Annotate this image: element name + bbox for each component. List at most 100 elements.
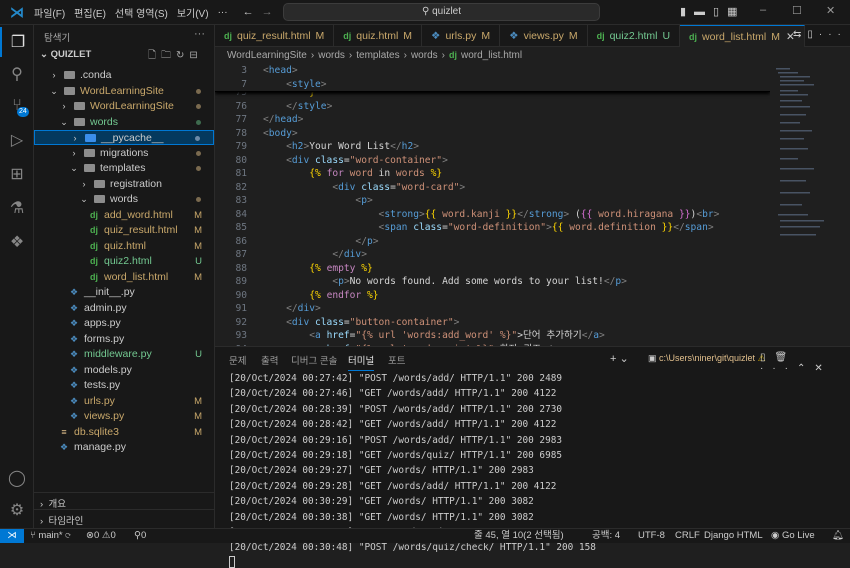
python-icon[interactable]: ❖ (0, 227, 34, 257)
code-token: body (268, 127, 292, 139)
workspace-root[interactable]: ⌄ QUIZLET (40, 49, 91, 60)
menu-view[interactable]: 보기(V) (177, 5, 209, 20)
tree-item[interactable]: ❖ __init__.py (34, 285, 214, 300)
tree-item[interactable]: › .conda (34, 68, 214, 83)
menu-file[interactable]: 파일(F) (34, 5, 65, 20)
panel-tab[interactable]: 출력 (261, 353, 278, 367)
explorer-icon[interactable]: ❐ (0, 27, 34, 57)
breadcrumb-item[interactable]: words (318, 50, 345, 61)
tree-item[interactable]: ⌄ templates (34, 161, 214, 176)
chevron-down-icon: ⌄ (50, 85, 58, 96)
extensions-icon[interactable]: ⊞ (0, 159, 34, 189)
remote-icon[interactable]: ⋊ (0, 529, 24, 543)
line-number: 92 (235, 316, 247, 328)
minimize-button[interactable]: – (760, 4, 766, 16)
language-mode[interactable]: Django HTML (704, 529, 763, 543)
tree-item[interactable]: dj add_word.html M (34, 208, 214, 223)
terminal-line: [20/Oct/2024 00:27:46] "GET /words/add/ … (229, 388, 557, 400)
tree-item[interactable]: ❖ urls.py M (34, 394, 214, 409)
account-icon[interactable]: ◯ (0, 463, 34, 493)
breadcrumb-item[interactable]: WordLearningSite (227, 50, 307, 61)
tab-quiz2-html[interactable]: dj quiz2.html U (588, 25, 681, 47)
code-token: > (291, 127, 298, 139)
tree-item[interactable]: ❖ apps.py (34, 316, 214, 331)
line-number: 90 (235, 289, 247, 301)
minimap[interactable] (772, 64, 838, 346)
tab-quiz-result-html[interactable]: dj quiz_result.html M (215, 25, 335, 47)
tree-item[interactable]: › registration (34, 177, 214, 192)
panel-tab[interactable]: 터미널 (348, 353, 375, 371)
tree-item[interactable]: dj quiz.html M (34, 239, 214, 254)
tree-item[interactable]: › __pycache__ (34, 130, 214, 145)
tab-urls-py[interactable]: ❖ urls.py M (422, 25, 501, 47)
close-button[interactable]: ✕ (826, 4, 835, 17)
django-file-icon: dj (343, 31, 352, 41)
layout-icons[interactable]: ▮▬▯▦ (680, 5, 746, 18)
run-debug-icon[interactable]: ▷ (0, 125, 34, 155)
menu-edit[interactable]: 편집(E) (74, 5, 106, 20)
maximize-button[interactable]: ☐ (792, 4, 802, 17)
code-editor[interactable]: 3 <head> 7 <style> 75 } 76 </style> 77 </head… (215, 64, 770, 346)
tree-item[interactable]: › WordLearningSite (34, 99, 214, 114)
tab-word-list-html[interactable]: dj word_list.html M ✕ (680, 25, 805, 47)
go-live-button[interactable]: ◉ Go Live (771, 529, 815, 543)
source-control-icon[interactable]: ⑂ 24 (0, 91, 34, 121)
tree-item[interactable]: ❖ middleware.py U (34, 347, 214, 362)
terminal-cursor[interactable] (229, 555, 235, 568)
breadcrumb-item[interactable]: word_list.html (461, 50, 522, 61)
branch-indicator[interactable]: ⑂ main* ⟳ (30, 529, 71, 543)
tree-item[interactable]: dj quiz_result.html M (34, 223, 214, 238)
tree-item[interactable]: ❖ tests.py (34, 378, 214, 393)
tab-quiz-html[interactable]: dj quiz.html M (334, 25, 423, 47)
timeline-section[interactable]: › 타임라인 (34, 509, 214, 527)
panel-tab[interactable]: 디버그 콘솔 (291, 353, 337, 367)
tree-item[interactable]: › migrations (34, 146, 214, 161)
outline-section[interactable]: › 개요 (34, 492, 214, 510)
menu-selection[interactable]: 선택 영역(S) (115, 5, 168, 20)
tree-item[interactable]: dj word_list.html M (34, 270, 214, 285)
line-ending[interactable]: CRLF (675, 529, 700, 543)
tree-item[interactable]: ❖ manage.py (34, 440, 214, 455)
cursor-position[interactable]: 줄 45, 열 10(2 선택됨) (474, 529, 564, 543)
code-line: 90 {% endfor %} (215, 289, 719, 303)
folder-open-icon (84, 164, 95, 172)
problems-indicator[interactable]: ⊗0 ⚠0 (86, 529, 116, 543)
tree-item[interactable]: ⌄ words (34, 115, 214, 130)
panel-actions[interactable]: ▯🗑···⌃✕ (760, 352, 850, 374)
tree-item[interactable]: ⌄ WordLearningSite (34, 84, 214, 99)
breadcrumb-item[interactable]: templates (356, 50, 399, 61)
back-arrow-icon[interactable]: ← (243, 6, 254, 18)
tab-views-py[interactable]: ❖ views.py M (500, 25, 588, 47)
terminal-instance[interactable]: ▣ c:\Users\niner\git\quizlet ⚠ (648, 353, 766, 364)
settings-gear-icon[interactable]: ⚙ (0, 495, 34, 525)
python-file-icon: ❖ (509, 30, 519, 42)
panel-tab[interactable]: 문제 (229, 353, 246, 367)
panel-tab[interactable]: 포트 (388, 353, 405, 367)
search-icon[interactable]: ⚲ (0, 59, 34, 89)
tree-item[interactable]: ❖ models.py (34, 363, 214, 378)
code-token: </ (517, 208, 529, 220)
indentation[interactable]: 공백: 4 (592, 529, 620, 543)
ports-indicator[interactable]: ⚲0 (134, 529, 146, 543)
editor-actions[interactable]: ⇆▯··· (793, 29, 847, 40)
more-actions-button[interactable]: ··· (194, 28, 205, 40)
command-center-search[interactable]: ⚲ quizlet (283, 3, 600, 21)
tree-item[interactable]: ❖ views.py M (34, 409, 214, 424)
code-token: word.definition (569, 222, 656, 233)
folder-icon (94, 179, 105, 188)
code-token: > (326, 100, 333, 112)
notifications-bell-icon[interactable]: 🔔︎ (832, 529, 844, 543)
testing-icon[interactable]: ⚗ (0, 193, 34, 223)
tree-item[interactable]: ⌄ words (34, 192, 214, 207)
encoding[interactable]: UTF-8 (638, 529, 665, 543)
tree-item[interactable]: ❖ forms.py (34, 332, 214, 347)
breadcrumb-item[interactable]: words (411, 50, 438, 61)
new-terminal-button[interactable]: + ⌄ (610, 352, 629, 365)
forward-arrow-icon[interactable]: → (262, 6, 273, 18)
menu-more[interactable]: ··· (218, 7, 228, 18)
explorer-actions[interactable]: 🗋🗀↻⊟ (148, 48, 203, 65)
tree-item[interactable]: ❖ admin.py (34, 301, 214, 316)
tree-item[interactable]: ≡ db.sqlite3 M (34, 425, 214, 440)
tree-item[interactable]: dj quiz2.html U (34, 254, 214, 269)
